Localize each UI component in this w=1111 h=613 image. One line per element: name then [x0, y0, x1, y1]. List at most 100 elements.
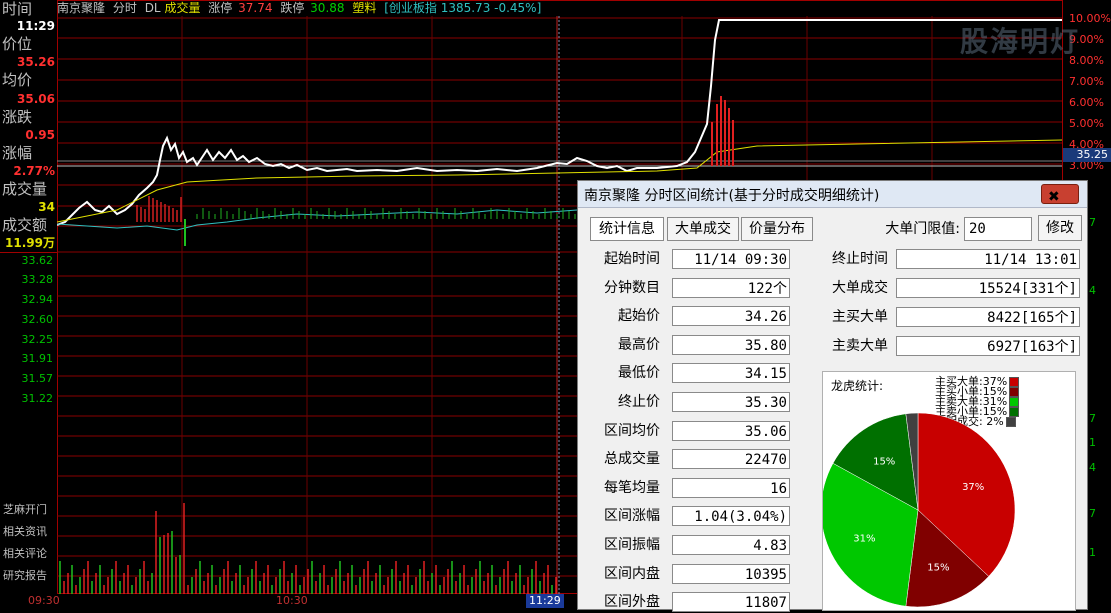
link-research-reports[interactable]: 研究报告: [3, 569, 47, 583]
field-label: 主卖大单: [832, 338, 888, 354]
price-tick: 31.22: [21, 392, 54, 405]
field-label: 终止价: [618, 394, 660, 410]
threshold-input[interactable]: [964, 217, 1032, 241]
link-related-comments[interactable]: 相关评论: [3, 547, 47, 561]
index-quote[interactable]: [创业板指 1385.73 -0.45%]: [384, 1, 541, 15]
field-label: 区间振幅: [604, 537, 660, 553]
price-value: 35.26: [17, 55, 55, 69]
pie-chart: 37% 15% 31% 15%: [823, 412, 1016, 608]
time-value: 11:29: [16, 19, 55, 33]
price-tick: 33.28: [21, 273, 54, 286]
price-tick: 32.60: [21, 313, 54, 326]
tab-stats-info[interactable]: 统计信息: [590, 217, 664, 241]
field-label: 区间内盘: [604, 565, 660, 582]
limit-down-label: 跌停: [280, 1, 305, 15]
pie-slice-label: 15%: [873, 456, 895, 467]
threshold-label: 大单门限值:: [885, 221, 960, 237]
partial-tick: 4: [1089, 461, 1096, 474]
volume-value: 34: [38, 200, 55, 214]
pct-value: 2.77%: [13, 164, 55, 178]
field-label: 分钟数目: [604, 279, 660, 296]
partial-tick: 7: [1089, 412, 1096, 425]
watermark: 股海明灯: [960, 25, 1081, 58]
field-value: 35.80: [672, 334, 790, 355]
field-label: 区间均价: [604, 422, 660, 439]
field-value: 4.83: [672, 535, 790, 555]
field-label: 每笔均量: [604, 479, 660, 496]
field-value: 1.04(3.04%): [672, 506, 790, 527]
field-value: 16: [672, 477, 790, 498]
price-tick: 31.57: [21, 372, 54, 385]
pie-slice-label: 15%: [927, 563, 949, 574]
time-label: 时间: [2, 0, 33, 18]
field-label: 起始价: [618, 308, 660, 325]
partial-tick: 1: [1089, 436, 1096, 449]
amount-value: 11.99万: [5, 236, 55, 250]
left-info-panel: 时间 11:29 价位 35.26 均价 35.06 涨跌 0.95 涨幅 2.…: [0, 0, 57, 608]
amount-label: 成交额: [2, 216, 48, 234]
field-value: 34.15: [672, 363, 790, 384]
volume-label: 成交量: [2, 180, 48, 198]
pie-panel: 龙虎统计: 主买大单:37% 主买小单:15% 主卖大单:31% 主卖小单:15% 不明…: [822, 371, 1076, 611]
partial-tick: 1: [1089, 546, 1096, 559]
quote-header: 南京聚隆 分时 DL 成交量 涨停 37.74 跌停 30.88 塑料 [创业板…: [57, 0, 1062, 16]
field-label: 区间涨幅: [604, 508, 660, 525]
field-label: 区间外盘: [604, 594, 660, 611]
field-value: 35.30: [672, 392, 790, 412]
field-label: 最高价: [618, 336, 660, 353]
pct-tick: 5.00%: [1069, 117, 1104, 130]
partial-tick: 4: [1089, 284, 1096, 297]
field-value: 11/14 13:01: [896, 249, 1080, 269]
field-value: 15524[331个]: [896, 278, 1080, 298]
field-value: 11/14 09:30: [672, 249, 790, 269]
field-label: 起始时间: [604, 251, 660, 267]
field-value: 11807: [672, 592, 790, 613]
sector-label[interactable]: 塑料: [352, 1, 376, 15]
time-tick: 10:30: [276, 594, 308, 607]
limit-down-value: 30.88: [310, 1, 345, 15]
tab-big-orders[interactable]: 大单成交: [667, 217, 739, 241]
dialog-title: 南京聚隆 分时区间统计(基于分时成交明细统计): [584, 188, 880, 204]
link-zhima-kaimen[interactable]: 芝麻开门: [3, 503, 47, 517]
pie-slice-label: 31%: [853, 533, 875, 544]
field-label: 总成交量: [604, 451, 660, 468]
partial-tick: 7: [1089, 216, 1096, 229]
link-related-news[interactable]: 相关资讯: [3, 525, 47, 539]
pct-tick: 6.00%: [1069, 96, 1104, 109]
field-value: 10395: [672, 563, 790, 584]
field-label: 终止时间: [832, 251, 888, 267]
price-tick: 31.91: [21, 352, 54, 365]
field-value: 6927[163个]: [896, 336, 1080, 356]
field-value: 35.06: [672, 420, 790, 441]
price-label: 价位: [2, 35, 33, 53]
volume-indicator-label[interactable]: 成交量: [164, 1, 200, 15]
field-value: 34.26: [672, 306, 790, 327]
change-value: 0.95: [25, 128, 55, 142]
cursor-time-tag: 11:29: [526, 594, 564, 608]
mode-label[interactable]: 分时: [113, 1, 137, 15]
modify-button[interactable]: 修改: [1038, 215, 1082, 241]
dl-label[interactable]: DL: [145, 1, 161, 15]
price-tick: 32.94: [21, 293, 54, 306]
field-value: 122个: [672, 277, 790, 298]
change-label: 涨跌: [2, 108, 33, 126]
price-tick: 33.62: [21, 254, 54, 267]
limit-up-value: 37.74: [238, 1, 273, 15]
close-button[interactable]: ✖: [1041, 184, 1079, 205]
field-value: 8422[165个]: [896, 307, 1080, 327]
dialog-titlebar[interactable]: 南京聚隆 分时区间统计(基于分时成交明细统计) ✖: [578, 181, 1087, 208]
partial-tick: 7: [1089, 507, 1096, 520]
field-label: 最低价: [618, 365, 660, 382]
field-label: 大单成交: [832, 280, 888, 296]
current-price-tag: 35.25: [1063, 148, 1111, 162]
pie-slice-label: 37%: [962, 482, 984, 493]
avg-label: 均价: [2, 71, 33, 89]
avg-value: 35.06: [17, 92, 55, 106]
pct-tick: 7.00%: [1069, 75, 1104, 88]
stock-name: 南京聚隆: [57, 1, 106, 15]
pct-label: 涨幅: [2, 144, 33, 162]
field-value: 22470: [672, 449, 790, 470]
tab-price-volume[interactable]: 价量分布: [741, 217, 813, 241]
interval-stats-dialog: 南京聚隆 分时区间统计(基于分时成交明细统计) ✖ 统计信息 大单成交 价量分布…: [577, 180, 1088, 613]
close-icon: ✖: [1048, 189, 1060, 205]
